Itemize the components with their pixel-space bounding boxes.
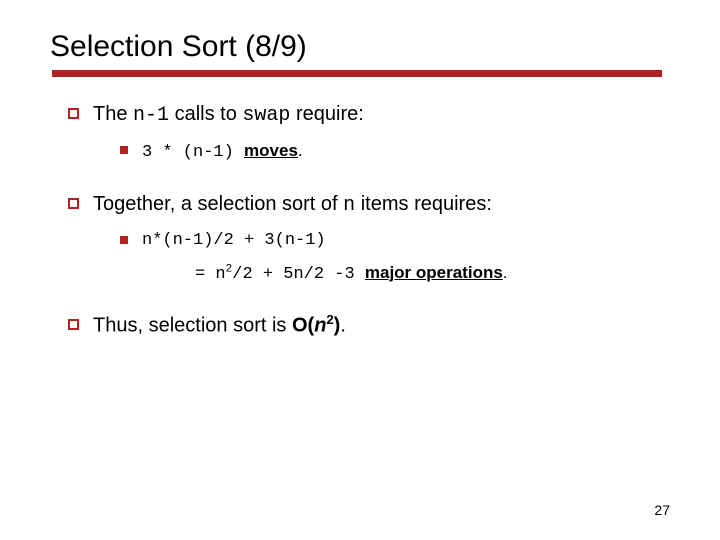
- accent-bar: [52, 70, 662, 77]
- bullet-level2: 3 * (n-1) moves.: [120, 139, 670, 165]
- code-text: swap: [242, 104, 290, 127]
- bullet-level1: Together, a selection sort of n items re…: [68, 191, 670, 219]
- bullet-level2: n*(n-1)/2 + 3(n-1): [120, 229, 670, 253]
- code-text: n*(n-1)/2 + 3(n-1): [142, 229, 326, 253]
- text: .: [340, 315, 346, 337]
- bullet-level1: The n-1 calls to swap require:: [68, 101, 670, 129]
- text: The: [93, 103, 133, 125]
- text: require:: [290, 103, 363, 125]
- bullet-level1: Thus, selection sort is O(n2).: [68, 312, 670, 339]
- square-bullet-icon: [120, 146, 128, 154]
- text: calls to: [169, 103, 242, 125]
- slide-title: Selection Sort (8/9): [50, 30, 670, 64]
- emphasis-text: moves: [244, 141, 298, 160]
- code-text: n: [343, 194, 355, 217]
- bullet-text: Thus, selection sort is O(n2).: [93, 312, 346, 339]
- code-text: n-1: [133, 104, 169, 127]
- continuation-line: = n2/2 + 5n/2 -3 major operations.: [195, 261, 670, 287]
- square-bullet-outline-icon: [68, 198, 79, 209]
- text: items requires:: [355, 193, 492, 215]
- bigO-variable: n: [314, 315, 326, 337]
- code-text: = n: [195, 265, 226, 284]
- square-bullet-outline-icon: [68, 108, 79, 119]
- emphasis-text: major operations: [365, 263, 503, 282]
- code-text: 3 * (n-1): [142, 143, 244, 162]
- slide-content: Selection Sort (8/9) The n-1 calls to sw…: [0, 0, 720, 339]
- text: Together, a selection sort of: [93, 193, 343, 215]
- text: .: [503, 263, 508, 282]
- superscript: 2: [326, 312, 333, 327]
- spacer: [50, 294, 670, 312]
- bullet-text: Together, a selection sort of n items re…: [93, 191, 492, 219]
- square-bullet-icon: [120, 236, 128, 244]
- bullet-text: 3 * (n-1) moves.: [142, 139, 303, 165]
- square-bullet-outline-icon: [68, 319, 79, 330]
- text: Thus, selection sort is: [93, 315, 292, 337]
- page-number: 27: [654, 502, 670, 518]
- bigO-text: O(: [292, 315, 314, 337]
- bullet-text: The n-1 calls to swap require:: [93, 101, 364, 129]
- code-text: /2 + 5n/2 -3: [232, 265, 365, 284]
- text: .: [298, 141, 303, 160]
- spacer: [50, 173, 670, 191]
